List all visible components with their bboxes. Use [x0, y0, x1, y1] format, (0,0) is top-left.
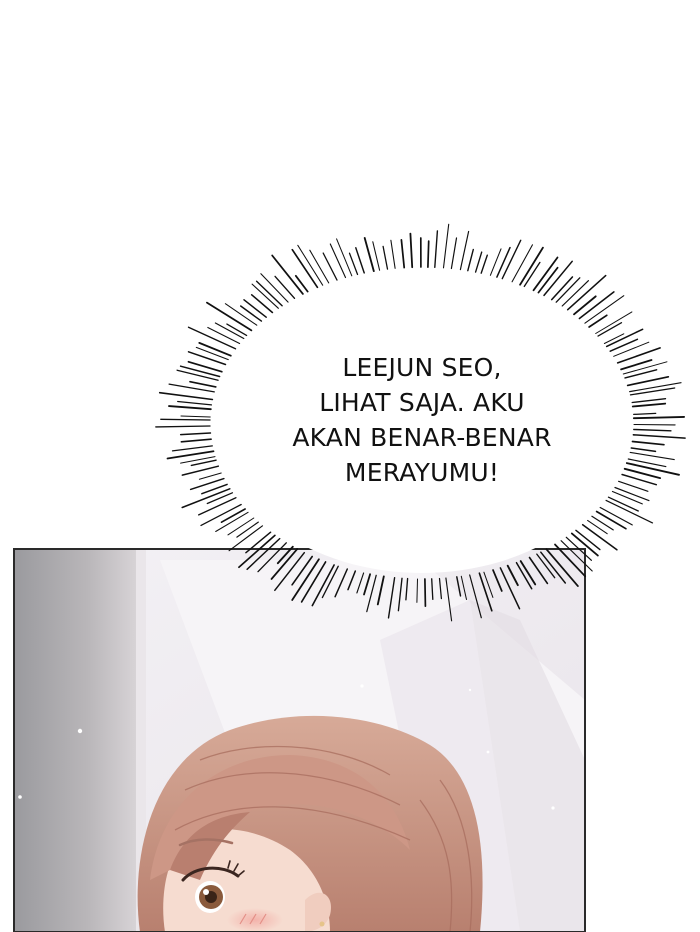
burst-line — [632, 415, 686, 420]
burst-line — [348, 252, 359, 276]
burst-line — [591, 515, 614, 531]
burst-line — [629, 387, 676, 396]
burst-line — [198, 497, 237, 516]
burst-line — [587, 519, 608, 535]
burst-line — [631, 440, 665, 446]
burst-line — [424, 578, 427, 608]
burst-line — [390, 239, 396, 269]
burst-line — [605, 499, 654, 524]
burst-line — [166, 450, 215, 460]
burst-line — [291, 248, 319, 289]
burst-line — [629, 451, 675, 461]
burst-line — [171, 445, 213, 452]
burst-line — [626, 375, 670, 387]
door-frame — [14, 549, 136, 932]
thought-bubble-text: LEEJUN SEO, LIHAT SAJA. AKU AKAN BENAR-B… — [262, 350, 582, 490]
burst-line — [206, 492, 234, 505]
burst-line — [177, 400, 213, 406]
burst-line — [309, 249, 330, 284]
burst-line — [181, 465, 220, 476]
bubble-line: LEEJUN SEO, — [342, 353, 502, 382]
burst-line — [620, 359, 653, 371]
burst-line — [160, 418, 211, 421]
burst-line — [179, 365, 221, 378]
burst-line — [201, 483, 228, 495]
bubble-line: LIHAT SAJA. AKU — [319, 388, 525, 417]
burst-line — [382, 245, 389, 270]
burst-line — [168, 405, 212, 411]
burst-line — [631, 398, 667, 404]
burst-line — [228, 525, 264, 552]
burst-line — [633, 428, 672, 432]
burst-line — [409, 232, 414, 269]
burst-line — [336, 238, 353, 277]
comic-panel — [14, 549, 585, 932]
burst-line — [179, 432, 212, 436]
burst-line — [355, 247, 365, 274]
burst-line — [605, 328, 644, 348]
burst-line — [158, 391, 214, 401]
burst-line — [180, 415, 211, 418]
burst-line — [480, 254, 489, 274]
burst-line — [632, 434, 686, 439]
burst-line — [239, 305, 263, 322]
burst-line — [294, 274, 309, 293]
burst-line — [616, 347, 661, 364]
burst-line — [416, 578, 418, 603]
burst-line — [618, 480, 649, 492]
burst-line — [363, 237, 375, 273]
burst-line — [450, 237, 458, 270]
burst-line — [609, 338, 639, 352]
burst-line — [190, 459, 217, 467]
burst-line — [243, 299, 267, 318]
burst-line — [459, 230, 470, 271]
burst-line — [227, 517, 255, 536]
burst-line — [595, 311, 633, 335]
burst-line — [573, 295, 597, 316]
burst-line — [474, 251, 483, 273]
burst-line — [271, 254, 304, 295]
burst-line — [372, 241, 381, 271]
bubble-line: MERAYUMU! — [344, 458, 500, 487]
burst-line — [236, 521, 259, 538]
burst-line — [189, 380, 217, 388]
burst-line — [434, 230, 439, 268]
burst-line — [155, 425, 211, 428]
burst-line — [198, 472, 222, 480]
burst-line — [588, 314, 608, 328]
burst-line — [400, 239, 406, 269]
burst-line — [427, 240, 430, 268]
burst-line — [625, 462, 680, 476]
burst-line — [467, 248, 475, 272]
burst-line — [250, 294, 274, 314]
burst-line — [532, 256, 559, 292]
burst-line — [630, 447, 657, 453]
burst-line — [180, 438, 212, 443]
burst-line — [519, 246, 544, 286]
burst-line — [633, 412, 657, 416]
burst-line — [207, 326, 241, 345]
burst-line — [624, 369, 658, 379]
burst-line — [496, 246, 511, 278]
burst-line — [611, 490, 643, 505]
burst-line — [442, 223, 450, 269]
burst-line — [631, 402, 667, 408]
bubble-line: AKAN BENAR-BENAR — [292, 423, 552, 452]
